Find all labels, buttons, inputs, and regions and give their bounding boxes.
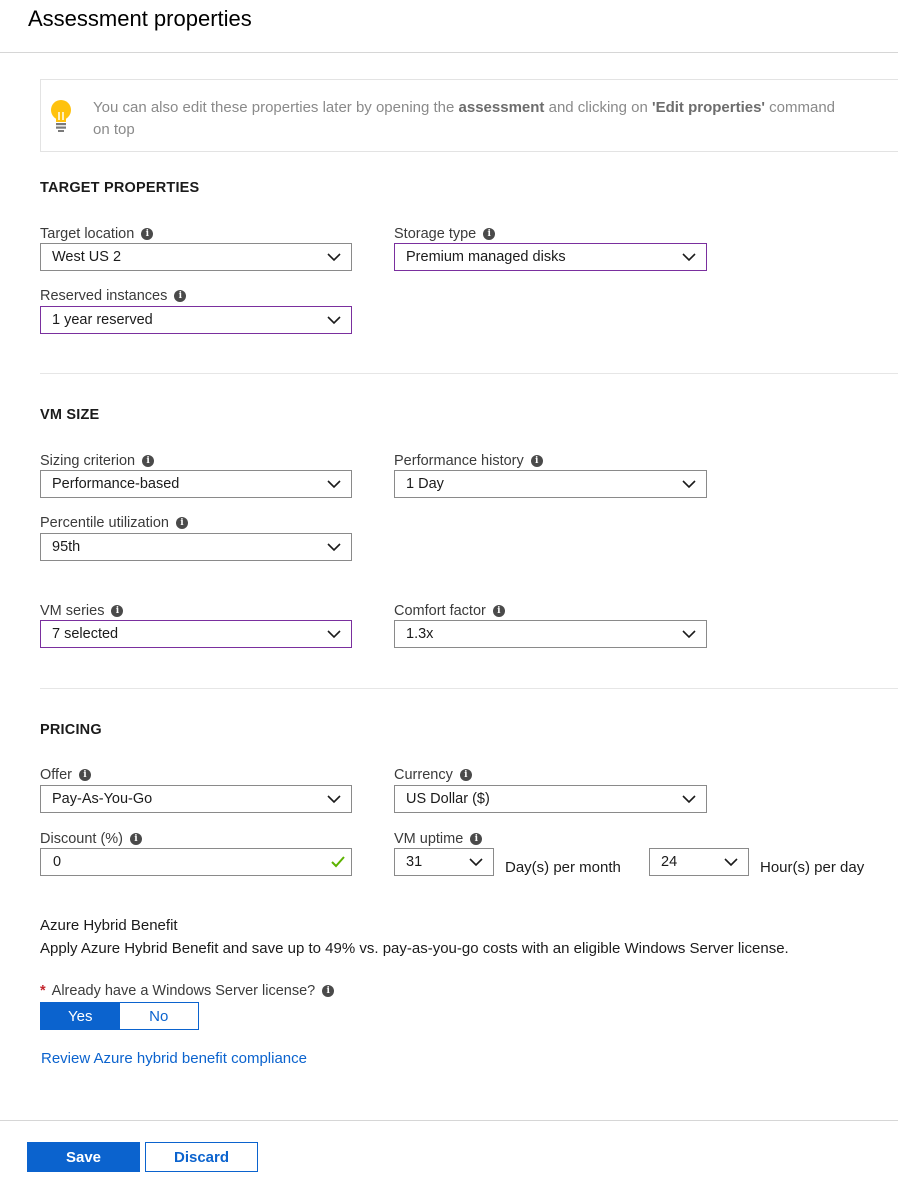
chevron-down-icon [682,794,696,803]
uptime-hours-unit: Hour(s) per day [760,859,865,876]
banner-text: You can also edit these properties later… [93,99,836,138]
comfort-factor-value: 1.3x [406,626,434,642]
info-icon[interactable]: i [322,985,335,997]
sizing-criterion-value: Performance-based [52,476,180,492]
chevron-down-icon [327,542,341,551]
info-banner: You can also edit these properties later… [40,79,898,152]
storage-type-dropdown[interactable]: Premium managed disks [394,243,707,271]
page-title: Assessment properties [28,6,252,31]
comfort-factor-dropdown[interactable]: 1.3x [394,620,707,648]
info-icon[interactable]: i [530,455,543,467]
save-button[interactable]: Save [27,1142,140,1172]
chevron-down-icon [327,315,341,324]
info-icon[interactable]: i [78,769,91,781]
vm-size-heading: VM SIZE [40,407,100,423]
chevron-down-icon [327,794,341,803]
pricing-heading: PRICING [40,722,102,738]
license-question-label: * Already have a Windows Server license? i [40,983,335,999]
discount-label: Discount (%) i [40,831,142,847]
vm-series-value: 7 selected [52,626,119,642]
discount-value: 0 [53,854,62,870]
offer-value: Pay-As-You-Go [52,791,153,807]
reserved-instances-dropdown[interactable]: 1 year reserved [40,306,352,334]
offer-label: Offer i [40,767,91,783]
currency-label: Currency i [394,767,472,783]
offer-dropdown[interactable]: Pay-As-You-Go [40,785,352,813]
chevron-down-icon [724,857,738,866]
storage-type-label: Storage type i [394,226,496,242]
reserved-instances-value: 1 year reserved [52,312,153,328]
uptime-days-dropdown[interactable]: 31 [394,848,494,876]
comfort-factor-label: Comfort factor i [394,603,505,619]
sizing-criterion-label: Sizing criterion i [40,453,155,469]
target-location-label: Target location i [40,226,154,242]
section-divider [40,373,898,374]
info-icon[interactable]: i [130,833,142,845]
section-divider [40,688,898,689]
toggle-yes-button[interactable]: Yes [41,1003,120,1029]
reserved-instances-label: Reserved instances i [40,288,187,304]
info-icon[interactable]: i [470,833,483,845]
info-icon[interactable]: i [141,228,154,240]
vm-series-dropdown[interactable]: 7 selected [40,620,352,648]
hybrid-benefit-title: Azure Hybrid Benefit [40,917,178,934]
discard-button[interactable]: Discard [145,1142,258,1172]
info-icon[interactable]: i [483,228,496,240]
vm-series-label: VM series i [40,603,124,619]
target-location-value: West US 2 [52,249,122,265]
uptime-days-value: 31 [406,854,423,870]
performance-history-value: 1 Day [406,476,444,492]
percentile-utilization-label: Percentile utilization i [40,515,188,531]
lightbulb-icon [51,100,71,132]
info-icon[interactable]: i [175,517,188,529]
storage-type-value: Premium managed disks [406,249,566,265]
license-toggle[interactable]: Yes No [40,1002,199,1030]
checkmark-icon [331,856,345,868]
currency-value: US Dollar ($) [406,791,490,807]
vm-uptime-label: VM uptime i [394,831,483,847]
info-icon[interactable]: i [459,769,472,781]
chevron-down-icon [327,629,341,638]
target-properties-heading: TARGET PROPERTIES [40,180,200,196]
required-marker: * [40,983,46,999]
compliance-link[interactable]: Review Azure hybrid benefit compliance [41,1050,307,1067]
target-location-dropdown[interactable]: West US 2 [40,243,352,271]
discount-input[interactable]: 0 [40,848,352,876]
chevron-down-icon [327,252,341,261]
performance-history-dropdown[interactable]: 1 Day [394,470,707,498]
currency-dropdown[interactable]: US Dollar ($) [394,785,707,813]
percentile-utilization-dropdown[interactable]: 95th [40,533,352,561]
toggle-no-button[interactable]: No [119,1003,198,1029]
sizing-criterion-dropdown[interactable]: Performance-based [40,470,352,498]
info-icon[interactable]: i [111,605,124,617]
footer-divider [0,1120,898,1121]
chevron-down-icon [682,479,696,488]
uptime-days-unit: Day(s) per month [505,859,621,876]
info-icon[interactable]: i [492,605,505,617]
uptime-hours-dropdown[interactable]: 24 [649,848,749,876]
uptime-hours-value: 24 [661,854,678,870]
performance-history-label: Performance history i [394,453,543,469]
chevron-down-icon [682,252,696,261]
chevron-down-icon [327,479,341,488]
hybrid-benefit-description: Apply Azure Hybrid Benefit and save up t… [40,940,789,957]
chevron-down-icon [469,857,483,866]
percentile-utilization-value: 95th [52,539,81,555]
title-divider [0,52,898,53]
info-icon[interactable]: i [142,455,155,467]
info-icon[interactable]: i [174,290,187,302]
chevron-down-icon [682,629,696,638]
